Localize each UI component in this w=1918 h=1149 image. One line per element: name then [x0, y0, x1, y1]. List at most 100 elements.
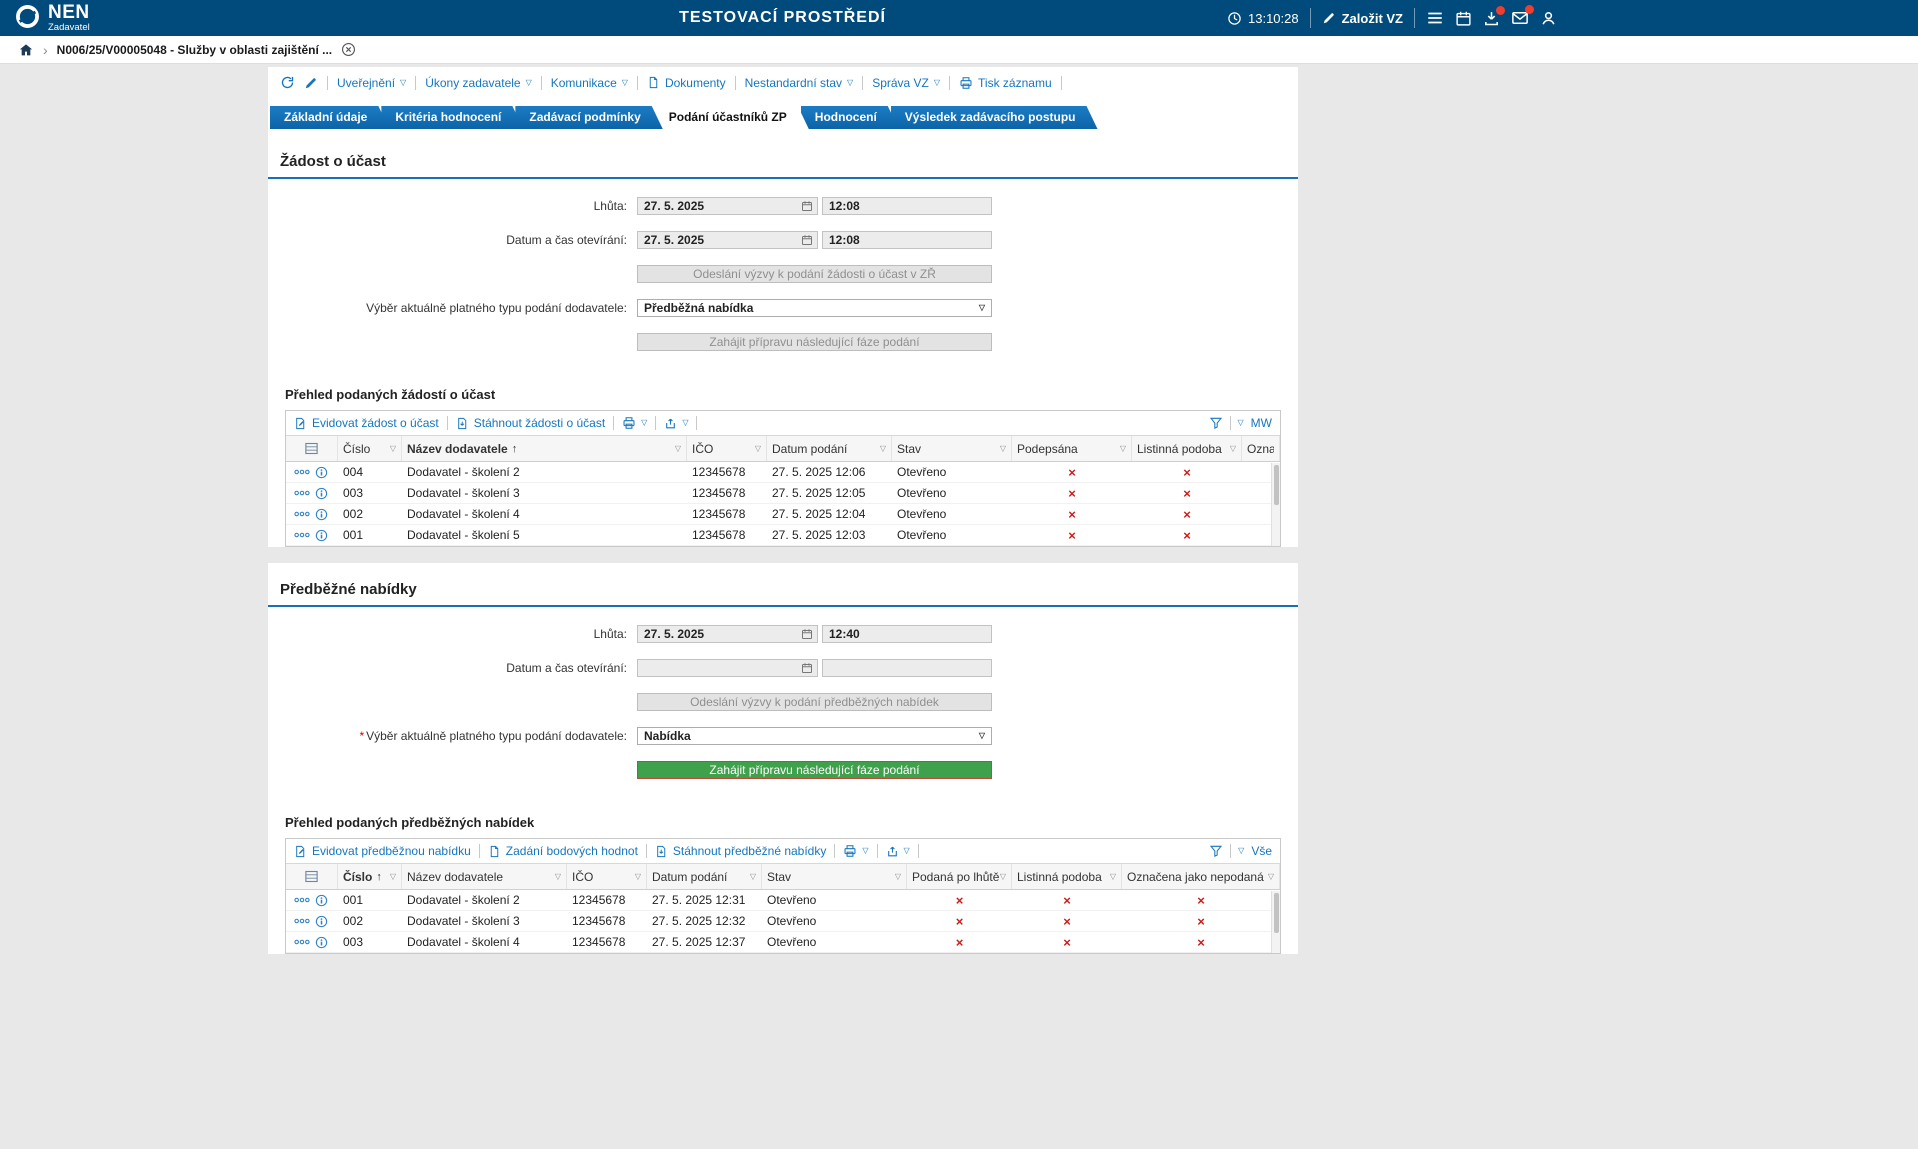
row-info-icon[interactable]: [315, 936, 328, 949]
tab-kriteria-hodnoceni[interactable]: Kritéria hodnocení: [381, 106, 523, 129]
row-actions-icon[interactable]: [294, 532, 310, 538]
vertical-scrollbar[interactable]: [1271, 891, 1280, 953]
chevron-down-icon[interactable]: ▽: [1238, 847, 1244, 855]
zadost-row[interactable]: 002 Dodavatel - školení 4 12345678 27. 5…: [286, 504, 1280, 525]
otevirani-time-input[interactable]: 12:08: [822, 231, 992, 249]
action-uverejneni[interactable]: Uveřejnění ▽: [328, 76, 415, 90]
otevirani-time-input[interactable]: [822, 659, 992, 677]
tab-zakladni-udaje[interactable]: Základní údaje: [270, 106, 389, 129]
view-selector[interactable]: Vše: [1251, 844, 1272, 858]
filter-caret-icon[interactable]: ▽: [1110, 873, 1116, 881]
chevron-down-icon[interactable]: ▽: [1238, 419, 1244, 427]
typ-podani-select[interactable]: Předběžná nabídka ▽: [637, 299, 992, 317]
zadani-bodovych-hodnot-link[interactable]: Zadání bodových hodnot: [488, 844, 638, 858]
filter-caret-icon[interactable]: ▽: [390, 873, 396, 881]
print-grid-button[interactable]: ▽: [843, 844, 868, 858]
close-record-button[interactable]: [341, 42, 356, 57]
home-button[interactable]: [18, 42, 34, 58]
filter-caret-icon[interactable]: ▽: [1000, 445, 1006, 453]
edit-record-button[interactable]: [304, 76, 318, 90]
filter-caret-icon[interactable]: ▽: [1120, 445, 1126, 453]
menu-button[interactable]: [1426, 9, 1444, 27]
funnel-icon[interactable]: [1209, 416, 1223, 430]
otevirani-date-input[interactable]: 27. 5. 2025: [637, 231, 818, 249]
calendar-button[interactable]: [1455, 10, 1472, 27]
col-nazev-dodavatele[interactable]: Název dodavatele ▽: [402, 864, 567, 889]
col-listinna-podoba[interactable]: Listinná podoba ▽: [1012, 864, 1122, 889]
col-podepsana[interactable]: Podepsána ▽: [1012, 436, 1132, 461]
col-podana-po-lhute[interactable]: Podaná po lhůtě ▽: [907, 864, 1012, 889]
row-actions-icon[interactable]: [294, 918, 310, 924]
zahajit-fazi-button[interactable]: Zahájit přípravu následující fáze podání: [637, 761, 992, 779]
lhuta-time-input[interactable]: 12:08: [822, 197, 992, 215]
action-nestandardni-stav[interactable]: Nestandardní stav ▽: [736, 76, 863, 90]
filter-caret-icon[interactable]: ▽: [895, 873, 901, 881]
downloads-button[interactable]: [1483, 10, 1500, 27]
row-actions-icon[interactable]: [294, 469, 310, 475]
row-info-icon[interactable]: [315, 466, 328, 479]
nabidka-row[interactable]: 002 Dodavatel - školení 3 12345678 27. 5…: [286, 911, 1280, 932]
col-cislo[interactable]: Číslo ▽: [338, 436, 402, 461]
filter-caret-icon[interactable]: ▽: [1268, 873, 1274, 881]
col-ico[interactable]: IČO ▽: [687, 436, 767, 461]
zadost-row[interactable]: 004 Dodavatel - školení 2 12345678 27. 5…: [286, 462, 1280, 483]
breadcrumb-record[interactable]: N006/25/V00005048 - Služby v oblasti zaj…: [57, 43, 332, 57]
grid-settings-header[interactable]: [286, 864, 338, 889]
evidovat-zadost-link[interactable]: Evidovat žádost o účast: [294, 416, 439, 430]
filter-caret-icon[interactable]: ▽: [1000, 873, 1006, 881]
action-ukony-zadavatele[interactable]: Úkony zadavatele ▽: [416, 76, 541, 90]
row-actions-icon[interactable]: [294, 490, 310, 496]
grid-settings-header[interactable]: [286, 436, 338, 461]
row-info-icon[interactable]: [315, 529, 328, 542]
col-stav[interactable]: Stav ▽: [762, 864, 907, 889]
view-selector[interactable]: MW: [1251, 416, 1272, 430]
scrollbar-thumb[interactable]: [1274, 465, 1279, 505]
typ-podani-select[interactable]: Nabídka ▽: [637, 727, 992, 745]
print-grid-button[interactable]: ▽: [622, 416, 647, 430]
export-grid-button[interactable]: ▽: [664, 417, 688, 430]
send-vyzva-zadost-button[interactable]: Odeslání výzvy k podání žádosti o účast …: [637, 265, 992, 283]
export-grid-button[interactable]: ▽: [886, 845, 910, 858]
zadost-row[interactable]: 001 Dodavatel - školení 5 12345678 27. 5…: [286, 525, 1280, 546]
vertical-scrollbar[interactable]: [1271, 463, 1280, 546]
messages-button[interactable]: [1511, 9, 1529, 27]
col-oznacena[interactable]: Označena jako nepodaná ▽: [1122, 864, 1280, 889]
create-vz-button[interactable]: Založit VZ: [1322, 11, 1403, 26]
lhuta-time-input[interactable]: 12:40: [822, 625, 992, 643]
row-info-icon[interactable]: [315, 508, 328, 521]
otevirani-date-input[interactable]: [637, 659, 818, 677]
tab-vysledek[interactable]: Výsledek zadávacího postupu: [891, 106, 1098, 129]
nen-logo[interactable]: NEN Zadavatel: [14, 3, 90, 33]
calendar-icon[interactable]: [801, 662, 813, 674]
calendar-icon[interactable]: [801, 234, 813, 246]
lhuta-date-input[interactable]: 27. 5. 2025: [637, 197, 818, 215]
col-datum-podani[interactable]: Datum podání ▽: [767, 436, 892, 461]
stahnout-nabidky-link[interactable]: Stáhnout předběžné nabídky: [655, 844, 826, 858]
col-ico[interactable]: IČO ▽: [567, 864, 647, 889]
col-oznacena[interactable]: Označena jako nepodaná: [1242, 436, 1280, 461]
action-tisk-zaznamu[interactable]: Tisk záznamu: [950, 76, 1061, 90]
col-cislo[interactable]: Číslo↑ ▽: [338, 864, 402, 889]
tab-zadavaci-podminky[interactable]: Zadávací podmínky: [515, 106, 662, 129]
filter-caret-icon[interactable]: ▽: [390, 445, 396, 453]
row-info-icon[interactable]: [315, 894, 328, 907]
row-actions-icon[interactable]: [294, 939, 310, 945]
calendar-icon[interactable]: [801, 200, 813, 212]
action-komunikace[interactable]: Komunikace ▽: [542, 76, 637, 90]
filter-caret-icon[interactable]: ▽: [880, 445, 886, 453]
nabidka-row[interactable]: 003 Dodavatel - školení 4 12345678 27. 5…: [286, 932, 1280, 953]
send-vyzva-nabidky-button[interactable]: Odeslání výzvy k podání předběžných nabí…: [637, 693, 992, 711]
scrollbar-thumb[interactable]: [1274, 893, 1279, 933]
row-info-icon[interactable]: [315, 487, 328, 500]
filter-caret-icon[interactable]: ▽: [1230, 445, 1236, 453]
filter-caret-icon[interactable]: ▽: [635, 873, 641, 881]
action-sprava-vz[interactable]: Správa VZ ▽: [863, 76, 949, 90]
zadost-row[interactable]: 003 Dodavatel - školení 3 12345678 27. 5…: [286, 483, 1280, 504]
col-stav[interactable]: Stav ▽: [892, 436, 1012, 461]
filter-caret-icon[interactable]: ▽: [555, 873, 561, 881]
row-actions-icon[interactable]: [294, 897, 310, 903]
filter-caret-icon[interactable]: ▽: [750, 873, 756, 881]
col-datum-podani[interactable]: Datum podání ▽: [647, 864, 762, 889]
calendar-icon[interactable]: [801, 628, 813, 640]
tab-hodnoceni[interactable]: Hodnocení: [801, 106, 899, 129]
